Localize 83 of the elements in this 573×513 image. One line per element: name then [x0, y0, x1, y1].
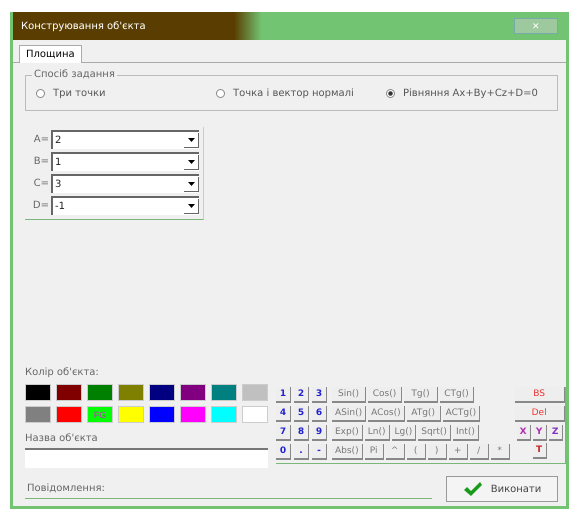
variable-key[interactable]: T — [532, 443, 547, 459]
function-key[interactable]: CTg() — [440, 387, 474, 403]
radio-icon[interactable] — [36, 88, 45, 98]
digit-key[interactable]: 3 — [312, 387, 327, 403]
function-key[interactable]: ATg() — [406, 406, 441, 422]
digit-key[interactable]: - — [312, 444, 327, 460]
color-label: Колір об'єкта: — [25, 367, 100, 378]
color-swatch[interactable] — [211, 406, 237, 423]
function-key[interactable]: Lg() — [392, 425, 416, 441]
digit-key[interactable]: 5 — [294, 406, 309, 422]
radio-label: Точка і вектор нормалі — [233, 88, 354, 98]
radio-option[interactable]: Три точки — [36, 88, 216, 98]
radio-option[interactable]: Точка і вектор нормалі — [216, 88, 386, 98]
function-key[interactable]: Pi — [364, 444, 384, 460]
digit-key[interactable]: 9 — [312, 425, 327, 441]
function-key[interactable]: Cos() — [368, 387, 402, 403]
color-swatch[interactable] — [242, 406, 268, 423]
variable-key[interactable]: X — [516, 425, 531, 441]
color-swatch[interactable] — [87, 384, 113, 401]
radio-label: Три точки — [53, 88, 106, 98]
function-key[interactable]: + — [448, 444, 468, 460]
function-key[interactable]: ( — [406, 444, 426, 460]
digit-key[interactable]: 6 — [312, 406, 327, 422]
digit-key[interactable]: 7 — [276, 425, 291, 441]
color-swatch[interactable] — [56, 406, 82, 423]
function-key[interactable]: Sqrt() — [418, 425, 451, 441]
color-swatch[interactable] — [25, 406, 51, 423]
variable-key[interactable]: Z — [548, 425, 563, 441]
group-legend: Спосіб задання — [32, 69, 117, 80]
color-swatch[interactable] — [149, 384, 175, 401]
digit-key[interactable]: 2 — [294, 387, 309, 403]
status-bar: Повідомлення: — [25, 479, 432, 499]
function-key[interactable]: Abs() — [332, 444, 363, 460]
color-swatch[interactable] — [118, 384, 144, 401]
digit-key[interactable]: . — [294, 444, 309, 460]
function-key[interactable]: ) — [428, 444, 447, 460]
color-swatch[interactable] — [242, 384, 268, 401]
function-key[interactable]: * — [490, 444, 510, 460]
digit-key[interactable]: 1 — [276, 387, 291, 403]
coefficient-combo[interactable]: -1 — [51, 196, 199, 215]
color-swatch[interactable] — [118, 406, 144, 423]
function-key[interactable]: ACTg() — [442, 406, 480, 422]
color-swatch[interactable] — [25, 384, 51, 401]
digit-key[interactable]: 4 — [276, 406, 291, 422]
coefficient-label: C= — [32, 178, 49, 189]
edit-key[interactable]: BS — [514, 387, 565, 403]
coefficient-combo[interactable]: 3 — [51, 174, 199, 193]
color-swatch[interactable] — [180, 384, 206, 401]
function-key[interactable]: ACos() — [368, 406, 405, 422]
function-key[interactable]: ASin() — [332, 406, 366, 422]
digit-key[interactable]: 8 — [294, 425, 309, 441]
radio-icon[interactable] — [216, 88, 225, 98]
function-key[interactable]: ^ — [386, 444, 405, 460]
name-label: Назва об'єкта — [25, 433, 99, 444]
name-input[interactable] — [25, 448, 268, 468]
window-title: Конструювання об'єкта — [21, 20, 146, 32]
run-button[interactable]: Виконати — [446, 476, 558, 502]
checkmark-icon — [462, 481, 483, 497]
coefficient-label: B= — [32, 156, 49, 167]
color-swatch[interactable] — [149, 406, 175, 423]
color-swatch[interactable] — [211, 384, 237, 401]
radio-icon[interactable] — [386, 88, 395, 98]
coefficient-combo[interactable]: 1 — [51, 152, 199, 171]
coefficient-label: D= — [32, 200, 49, 211]
function-key[interactable]: Exp() — [332, 425, 363, 441]
function-key[interactable]: Int() — [452, 425, 479, 441]
function-key[interactable]: Sin() — [332, 387, 366, 403]
dropdown-icon[interactable] — [184, 155, 199, 170]
dropdown-icon[interactable] — [184, 133, 199, 148]
color-swatch[interactable]: FG — [87, 406, 113, 423]
function-key[interactable]: Tg() — [404, 387, 438, 403]
edit-key[interactable]: Del — [514, 406, 565, 422]
digit-key[interactable]: 0 — [276, 444, 291, 460]
color-swatch[interactable] — [56, 384, 82, 401]
tab[interactable]: Площина — [19, 45, 82, 63]
coefficient-combo[interactable]: 2 — [51, 130, 199, 149]
color-swatch[interactable] — [180, 406, 206, 423]
dropdown-icon[interactable] — [184, 177, 199, 192]
dropdown-icon[interactable] — [184, 199, 199, 214]
function-key[interactable]: / — [470, 444, 489, 460]
variable-key[interactable]: Y — [532, 425, 547, 441]
function-key[interactable]: Ln() — [364, 425, 390, 441]
coefficient-label: A= — [32, 134, 49, 145]
